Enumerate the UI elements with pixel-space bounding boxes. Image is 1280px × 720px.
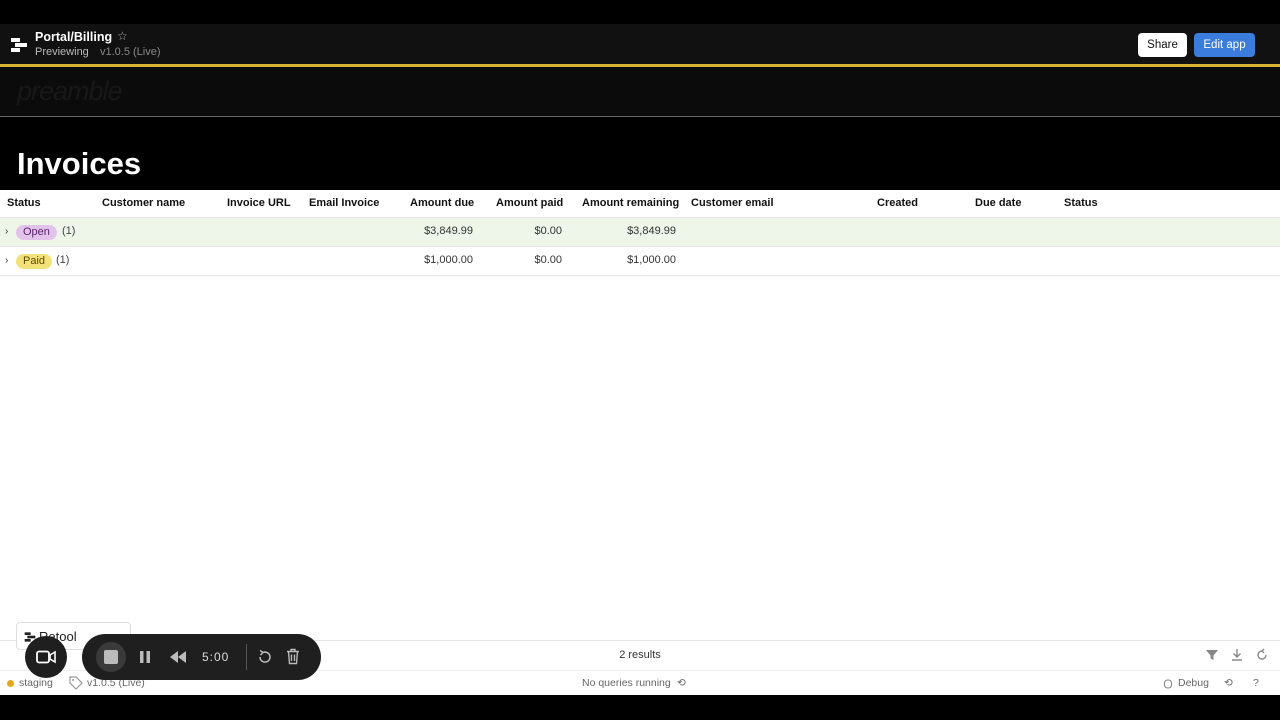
column-header-email-invoice[interactable]: Email Invoice — [309, 197, 379, 209]
help-icon[interactable]: ? — [1253, 677, 1259, 689]
share-button[interactable]: Share — [1138, 33, 1187, 57]
video-camera-icon — [36, 650, 56, 664]
screen-bottom-edge — [0, 695, 1280, 720]
column-header-customer-name[interactable]: Customer name — [102, 197, 185, 209]
app-title: Portal/Billing — [35, 30, 113, 44]
environment-label[interactable]: staging — [19, 677, 53, 689]
amount-paid-cell: $0.00 — [534, 225, 562, 237]
app-header: Portal/Billing ☆ Previewing v1.0.5 (Live… — [0, 24, 1280, 65]
version-label[interactable]: v1.0.5 (Live) — [100, 46, 161, 58]
sync-icon: ⟲ — [677, 677, 686, 689]
amount-due-cell: $1,000.00 — [424, 254, 473, 266]
chevron-right-icon[interactable]: › — [5, 226, 8, 237]
restart-icon[interactable] — [257, 649, 273, 665]
debug-button[interactable]: Debug — [1178, 677, 1209, 689]
column-header-amount-paid[interactable]: Amount paid — [496, 197, 563, 209]
environment-indicator — [7, 680, 14, 687]
chevron-right-icon[interactable]: › — [5, 255, 8, 266]
table-group-row[interactable]: › Open (1) $3,849.99 $0.00 $3,849.99 — [0, 218, 1280, 247]
amount-paid-cell: $0.00 — [534, 254, 562, 266]
table-group-row[interactable]: › Paid (1) $1,000.00 $0.00 $1,000.00 — [0, 247, 1280, 276]
table-header: Status Customer name Invoice URL Email I… — [0, 190, 1280, 218]
queries-status: No queries running — [582, 677, 671, 689]
amount-due-cell: $3,849.99 — [424, 225, 473, 237]
column-header-customer-email[interactable]: Customer email — [691, 197, 774, 209]
brand-logo: preamble — [17, 76, 123, 106]
star-icon[interactable]: ☆ — [117, 29, 128, 43]
refresh-icon[interactable] — [1255, 648, 1269, 662]
status-badge: Open — [16, 225, 57, 240]
history-icon[interactable]: ⟲ — [1224, 677, 1233, 689]
column-header-due-date[interactable]: Due date — [975, 197, 1021, 209]
group-count: (1) — [62, 225, 76, 237]
divider — [246, 644, 247, 670]
tag-icon — [69, 676, 83, 690]
edit-app-button[interactable]: Edit app — [1194, 33, 1255, 57]
download-icon[interactable] — [1230, 648, 1244, 662]
column-header-status-2[interactable]: Status — [1064, 197, 1098, 209]
title-banner: Invoices — [0, 118, 1280, 190]
retool-logo-icon[interactable] — [10, 36, 28, 54]
trash-icon[interactable] — [286, 648, 300, 665]
camera-button[interactable] — [25, 636, 67, 678]
column-header-status[interactable]: Status — [7, 197, 41, 209]
invoices-table: Status Customer name Invoice URL Email I… — [0, 190, 1280, 640]
amount-remaining-cell: $3,849.99 — [627, 225, 676, 237]
preview-mode-label: Previewing — [35, 46, 89, 58]
page-title: Invoices — [17, 146, 142, 181]
brand-banner: preamble — [0, 67, 1280, 117]
pause-icon[interactable] — [139, 650, 151, 664]
column-header-amount-remaining[interactable]: Amount remaining — [582, 197, 679, 209]
amount-remaining-cell: $1,000.00 — [627, 254, 676, 266]
recording-controls: 5:00 — [82, 634, 321, 680]
column-header-invoice-url[interactable]: Invoice URL — [227, 197, 291, 209]
stop-recording-button[interactable] — [96, 642, 126, 672]
bug-icon — [1163, 679, 1173, 689]
column-header-amount-due[interactable]: Amount due — [410, 197, 474, 209]
column-header-created[interactable]: Created — [877, 197, 918, 209]
stop-icon — [104, 650, 118, 664]
filter-icon[interactable] — [1205, 648, 1219, 662]
status-badge: Paid — [16, 254, 53, 269]
recording-timer: 5:00 — [202, 650, 230, 664]
group-count: (1) — [56, 254, 70, 266]
rewind-icon[interactable] — [169, 650, 187, 664]
